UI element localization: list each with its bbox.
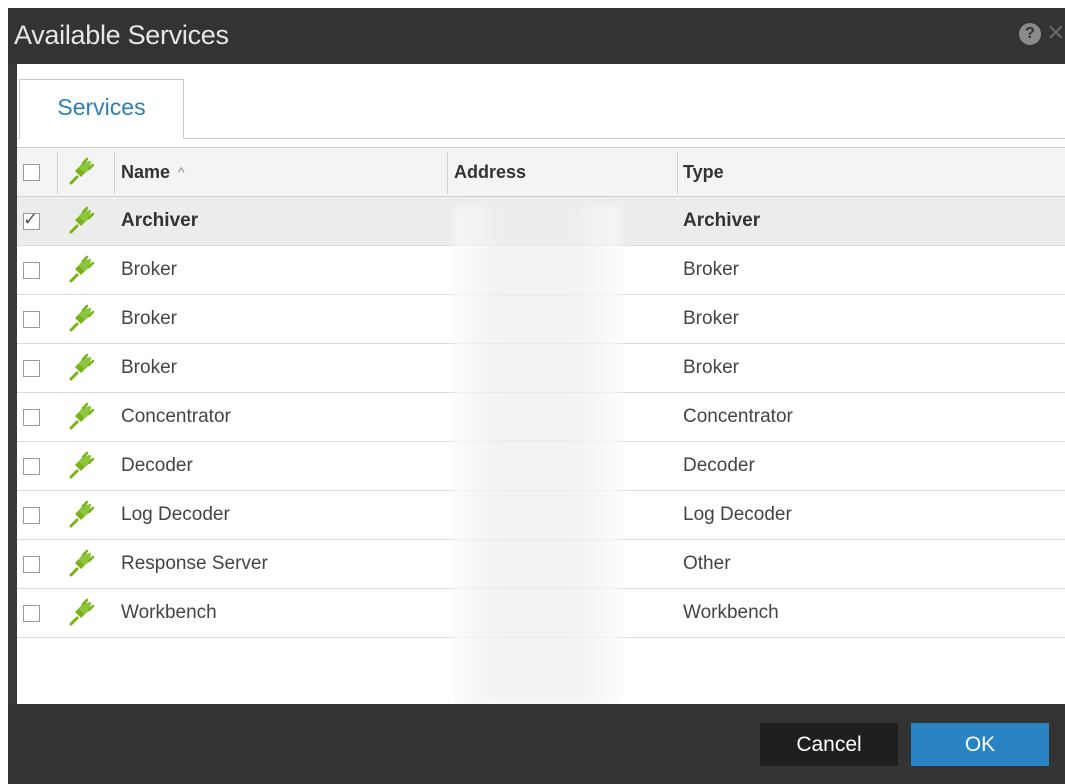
service-type: Broker: [683, 259, 739, 280]
service-type: Broker: [683, 357, 739, 378]
tab-bar: Services: [17, 64, 1065, 139]
service-name: Workbench: [121, 602, 217, 623]
service-type: Archiver: [683, 210, 761, 231]
address-redaction-blur: [454, 205, 620, 705]
checkmark-icon: ✓: [23, 208, 39, 229]
service-name: Decoder: [121, 455, 193, 476]
row-checkbox-cell[interactable]: ✓: [23, 197, 53, 245]
address-header-label: Address: [454, 161, 527, 182]
tab-services[interactable]: Services: [19, 79, 184, 139]
available-services-dialog: Available Services ? × Services Name ^ A…: [8, 8, 1065, 784]
dialog-footer: Cancel OK: [8, 704, 1065, 784]
row-checkbox[interactable]: [23, 506, 40, 524]
name-column-header[interactable]: Name ^: [121, 148, 431, 196]
row-checkbox-cell[interactable]: [23, 295, 53, 343]
plug-icon: [69, 255, 95, 283]
dialog-title: Available Services: [14, 20, 229, 50]
row-checkbox-cell[interactable]: [23, 344, 53, 392]
dialog-title-bar: Available Services ? ×: [8, 8, 1065, 64]
tab-services-label: Services: [57, 94, 146, 120]
service-status-icon-cell: [65, 589, 107, 637]
service-type: Other: [683, 553, 731, 574]
sort-ascending-icon: ^: [178, 164, 185, 180]
name-header-label: Name: [121, 161, 171, 182]
row-checkbox[interactable]: [23, 408, 40, 426]
cancel-button[interactable]: Cancel: [760, 723, 898, 766]
row-checkbox-cell[interactable]: [23, 491, 53, 539]
plug-icon: [69, 304, 95, 332]
row-checkbox-cell[interactable]: [23, 246, 53, 294]
service-status-icon-cell: [65, 491, 107, 539]
row-checkbox-cell[interactable]: [23, 393, 53, 441]
question-circle-icon[interactable]: ?: [1019, 23, 1041, 45]
service-status-icon-cell: [65, 295, 107, 343]
close-icon[interactable]: ×: [1047, 18, 1065, 48]
service-name: Log Decoder: [121, 504, 230, 525]
service-status-icon-cell: [65, 344, 107, 392]
column-divider: [447, 152, 448, 194]
row-checkbox[interactable]: [23, 261, 40, 279]
grid-header-row: Name ^ Address Type: [17, 147, 1065, 197]
row-checkbox[interactable]: ✓: [23, 209, 40, 230]
service-type: Concentrator: [683, 406, 793, 427]
row-checkbox[interactable]: [23, 555, 40, 573]
column-divider: [677, 152, 678, 194]
row-checkbox[interactable]: [23, 310, 40, 328]
plug-icon: [69, 402, 95, 430]
plug-icon: [69, 353, 95, 381]
row-checkbox-cell[interactable]: [23, 589, 53, 637]
service-status-icon-cell: [65, 246, 107, 294]
service-status-icon-cell: [65, 393, 107, 441]
address-column-header[interactable]: Address: [454, 148, 674, 196]
service-status-icon-cell: [65, 540, 107, 588]
dialog-content: Services Name ^ Address Type ✓ Archiver …: [17, 64, 1065, 705]
column-divider: [57, 152, 58, 194]
service-type: Broker: [683, 308, 739, 329]
plug-icon: [69, 598, 95, 626]
row-checkbox-cell[interactable]: [23, 442, 53, 490]
service-type: Decoder: [683, 455, 755, 476]
plug-icon: [69, 549, 95, 577]
service-name: Response Server: [121, 553, 268, 574]
status-column-header: [65, 148, 107, 196]
service-name: Concentrator: [121, 406, 231, 427]
type-header-label: Type: [683, 161, 724, 182]
row-checkbox-cell[interactable]: [23, 540, 53, 588]
service-status-icon-cell: [65, 442, 107, 490]
row-checkbox[interactable]: [23, 359, 40, 377]
service-type: Log Decoder: [683, 504, 792, 525]
plug-icon: [69, 206, 95, 234]
service-name: Broker: [121, 308, 177, 329]
plug-icon: [69, 157, 95, 185]
plug-icon: [69, 500, 95, 528]
service-name: Broker: [121, 259, 177, 280]
ok-button[interactable]: OK: [911, 723, 1049, 766]
type-column-header[interactable]: Type: [683, 148, 1053, 196]
select-all-cell[interactable]: [23, 148, 53, 196]
row-checkbox[interactable]: [23, 457, 40, 475]
services-grid: Name ^ Address Type ✓ Archiver Archiver Bro…: [17, 147, 1065, 705]
service-status-icon-cell: [65, 197, 107, 245]
service-type: Workbench: [683, 602, 779, 623]
select-all-checkbox[interactable]: [23, 163, 40, 181]
column-divider: [114, 152, 115, 194]
service-name: Broker: [121, 357, 177, 378]
service-name: Archiver: [121, 210, 199, 231]
plug-icon: [69, 451, 95, 479]
row-checkbox[interactable]: [23, 604, 40, 622]
